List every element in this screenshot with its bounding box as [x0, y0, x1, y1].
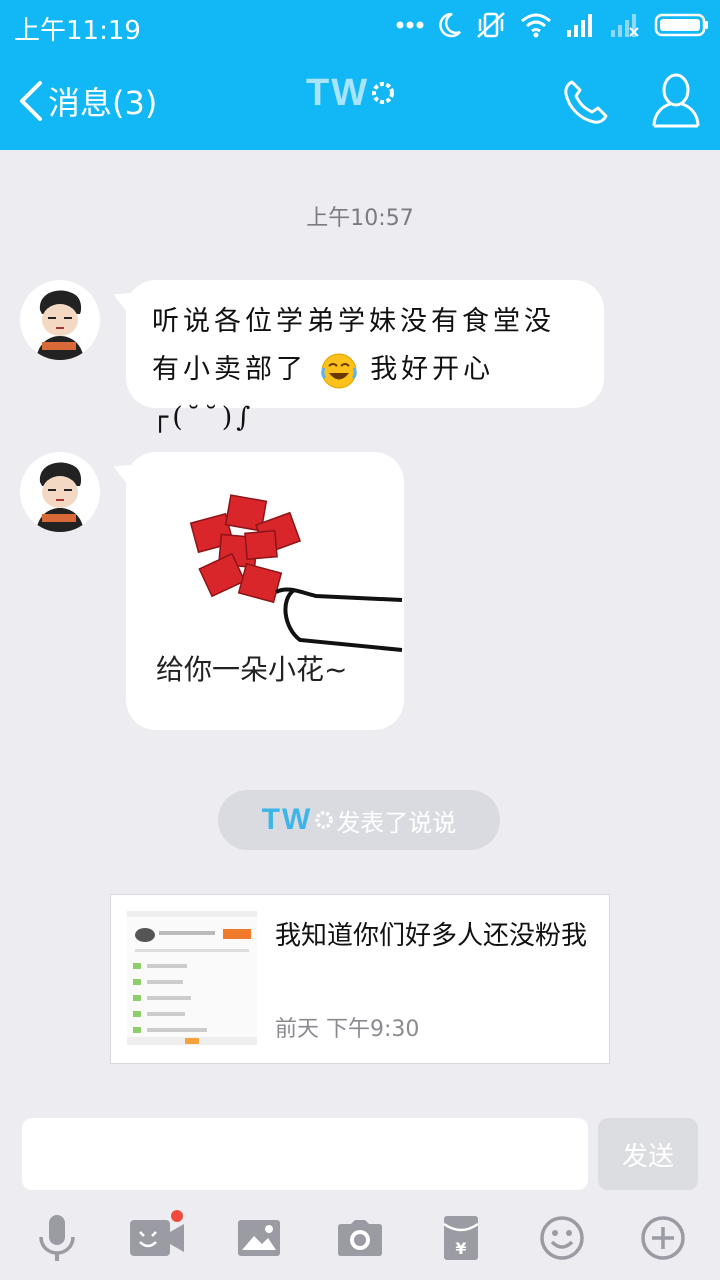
contact-brand: TW — [306, 71, 370, 114]
chat-timestamp: 上午10:57 — [306, 206, 414, 231]
message-bubble[interactable]: 听说各位学弟学妹没有食堂没 有小卖部了 我好开心┌(˘˘)∫ — [126, 280, 604, 433]
chat-header: 消息(3) TW — [0, 52, 720, 150]
flower-sticker-icon — [189, 494, 403, 652]
notification-dot — [171, 1210, 183, 1222]
system-notice[interactable]: TW 发表了说说 — [218, 790, 500, 850]
post-thumbnail — [127, 911, 257, 1045]
phone-icon[interactable] — [560, 76, 612, 128]
voice-button[interactable] — [27, 1210, 87, 1266]
emoji-button[interactable] — [532, 1210, 592, 1266]
moon-icon — [439, 12, 461, 38]
message-input[interactable] — [22, 1118, 588, 1190]
message-line: 听说各位学弟学妹没有食堂没 — [152, 306, 555, 337]
signal-empty-icon — [611, 14, 639, 37]
image-icon — [238, 1220, 280, 1256]
message-fragment: 有小卖部了 — [152, 354, 307, 385]
send-button[interactable]: 发送 — [598, 1118, 698, 1190]
battery-icon — [654, 13, 708, 37]
notice-brand: TW — [261, 803, 313, 836]
microphone-icon — [39, 1215, 75, 1261]
profile-icon[interactable] — [650, 72, 702, 128]
back-label: 消息(3) — [48, 84, 158, 122]
notice-text: 发表了说说 — [336, 808, 457, 837]
signal-icon — [567, 14, 592, 37]
emoji-icon — [540, 1216, 584, 1260]
camera-button[interactable] — [330, 1210, 390, 1266]
status-bar: 上午11:19 — [0, 0, 720, 52]
red-packet-icon: ¥ — [443, 1216, 479, 1260]
status-icons — [396, 10, 710, 40]
shared-post-time: 前天 下午9:30 — [275, 1017, 420, 1042]
more-button[interactable] — [633, 1210, 693, 1266]
contact-name[interactable]: TW — [306, 68, 395, 118]
back-chevron-icon — [20, 81, 42, 121]
shared-post-title: 我知道你们好多人还没粉我 — [275, 921, 588, 951]
image-button[interactable] — [229, 1210, 289, 1266]
camera-icon — [338, 1220, 382, 1256]
message-text: 听说各位学弟学妹没有食堂没 有小卖部了 我好开心┌(˘˘)∫ — [126, 280, 604, 460]
sender-avatar[interactable] — [20, 452, 100, 532]
status-time: 上午11:19 — [14, 16, 141, 46]
laughing-crying-emoji-icon — [320, 353, 357, 388]
vibrate-off-icon — [477, 12, 505, 38]
red-packet-button[interactable]: ¥ — [431, 1210, 491, 1266]
sender-avatar[interactable] — [20, 280, 100, 360]
input-toolbar: ¥ — [0, 1206, 720, 1270]
sticker-bubble[interactable]: 给你一朵小花~ — [126, 452, 404, 730]
plus-icon — [641, 1216, 685, 1260]
message-line: 有小卖部了 我好开心┌(˘˘)∫ — [152, 346, 578, 442]
brand-ring-icon — [372, 82, 395, 104]
avatar-cartoon-icon — [36, 290, 84, 360]
wifi-icon — [521, 13, 551, 38]
back-button[interactable]: 消息(3) — [18, 76, 157, 126]
brand-ring-icon — [315, 811, 334, 829]
more-dots-icon — [396, 21, 424, 29]
sticker-caption: 给你一朵小花~ — [156, 653, 348, 686]
video-call-button[interactable] — [127, 1210, 187, 1266]
video-call-icon — [130, 1220, 184, 1256]
avatar-cartoon-icon — [36, 462, 84, 532]
shared-post-card[interactable]: 我知道你们好多人还没粉我 前天 下午9:30 — [110, 894, 610, 1064]
svg-text:¥: ¥ — [455, 1239, 466, 1258]
